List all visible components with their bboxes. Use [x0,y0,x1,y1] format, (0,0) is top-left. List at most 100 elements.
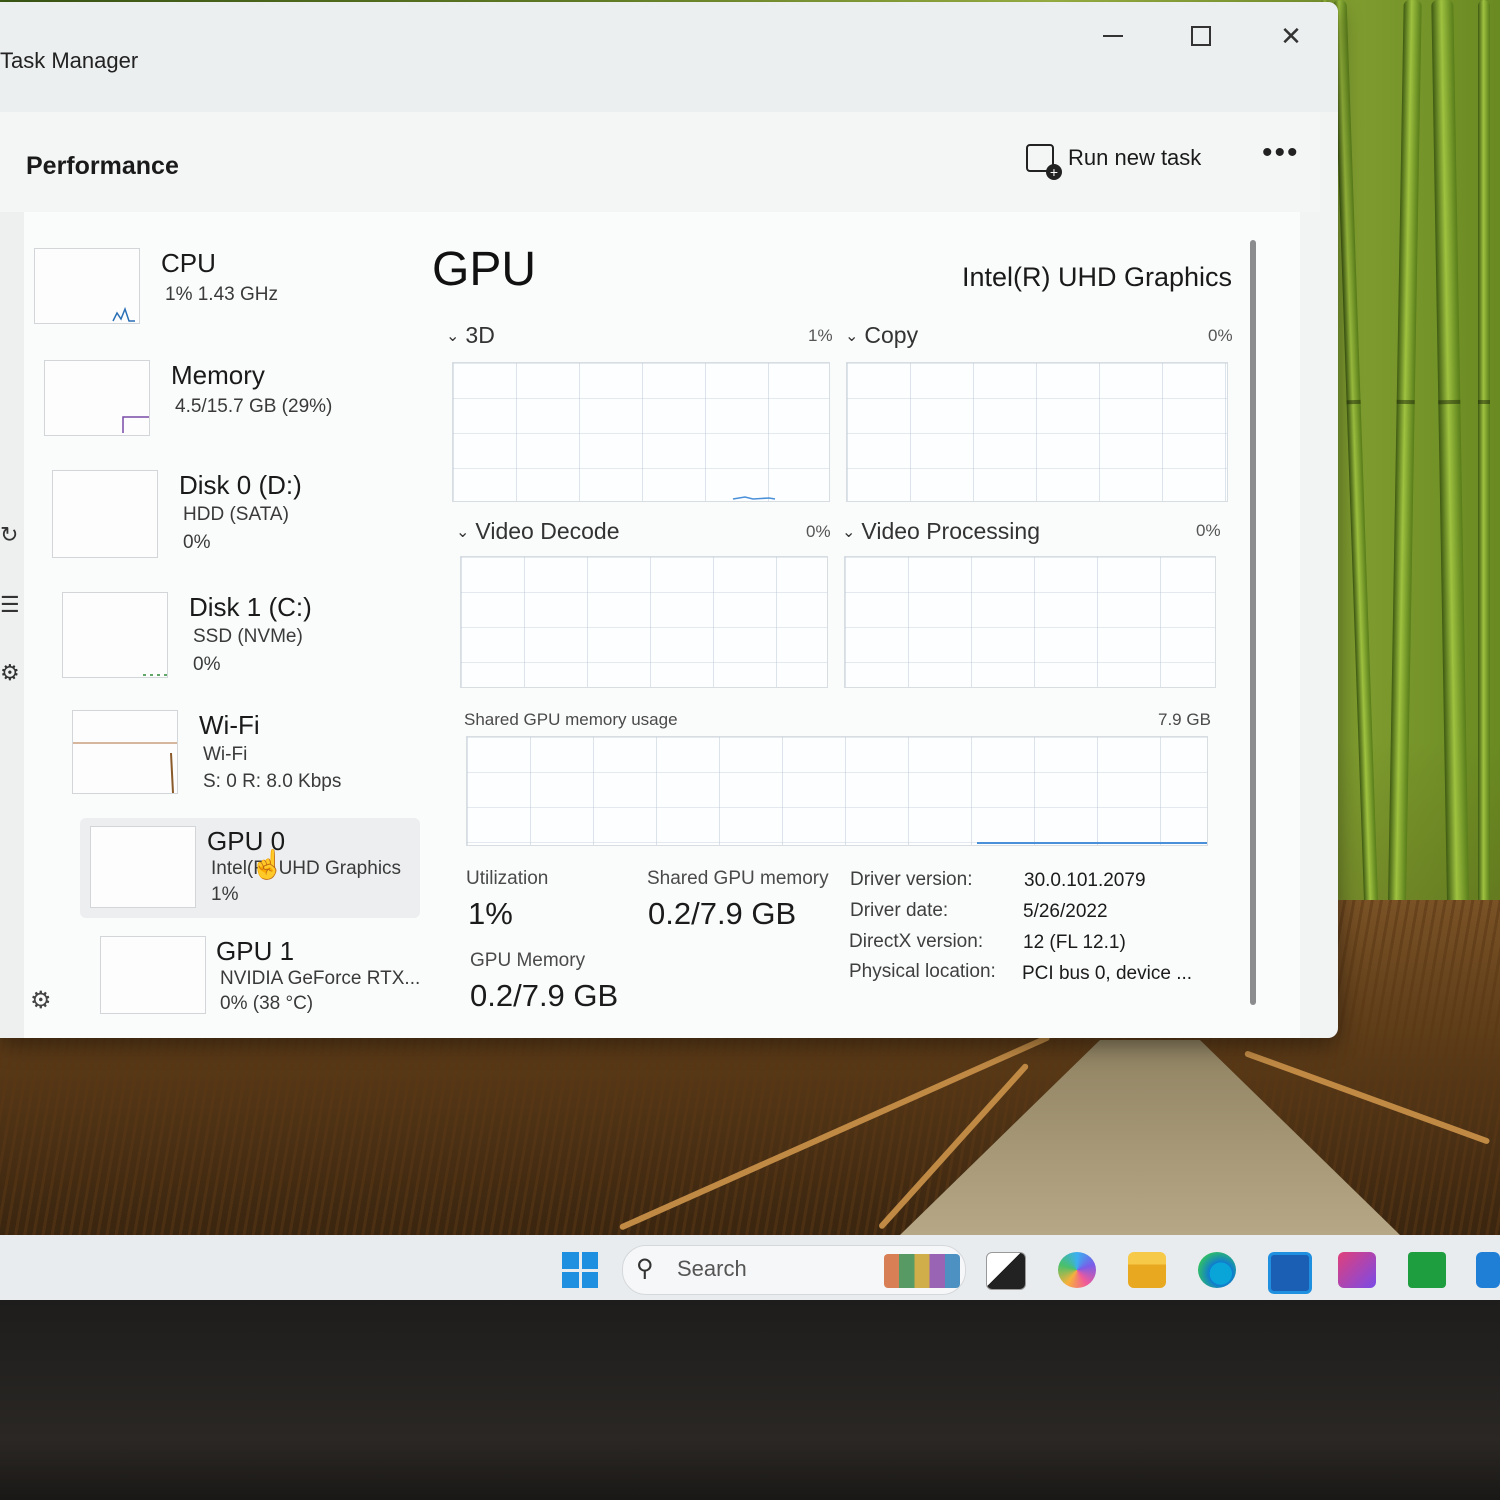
shared-gpu-memory-value: 0.2/7.9 GB [648,896,797,931]
windows-logo-icon [562,1271,579,1288]
engine-video-decode-selector[interactable]: ⌄ Video Decode [456,518,619,545]
directx-version-label: DirectX version: [849,931,984,952]
sidebar-item-detail: 1% 1.43 GHz [165,284,278,305]
sidebar-item-usage: S: 0 R: 8.0 Kbps [203,771,342,792]
driver-date-value: 5/26/2022 [1023,901,1108,922]
windows-logo-icon [581,1271,598,1288]
scrollbar[interactable] [1250,240,1256,1005]
physical-location-value: PCI bus 0, device ... [1022,963,1193,984]
sidebar-item-name: Wi-Fi [199,710,260,740]
utilization-label: Utilization [466,868,549,889]
settings-icon[interactable]: ⚙ [30,986,52,1015]
sidebar-item-name: Disk 1 (C:) [189,592,312,622]
disk-1-thumbnail-graph [62,592,168,678]
sidebar-item-detail: Wi-Fi [203,744,248,765]
sidebar-item-detail: NVIDIA GeForce RTX... [220,968,421,989]
sidebar-item-usage: 0% [183,532,211,553]
sidebar-item-name: GPU 1 [216,936,295,966]
physical-location-label: Physical location: [849,961,996,982]
engine-video-processing-selector[interactable]: ⌄ Video Processing [842,518,1040,545]
cpu-thumbnail-graph [34,248,140,324]
close-button[interactable]: ✕ [1268,16,1314,56]
driver-date-label: Driver date: [850,900,949,921]
shared-gpu-memory-label: Shared GPU memory [647,868,829,889]
engine-copy-graph [846,362,1228,502]
xbox-app-icon[interactable] [1408,1252,1446,1288]
engine-label: 3D [465,322,495,348]
maximize-icon [1191,26,1211,46]
engine-3d-selector[interactable]: ⌄ 3D [446,322,495,349]
startup-apps-icon[interactable]: ↻ [0,522,18,548]
run-new-task-button[interactable]: Run new task [1026,140,1202,180]
engine-label: Copy [864,322,919,348]
run-new-task-label: Run new task [1068,145,1202,170]
search-icon: ⚲ [636,1255,654,1282]
start-button[interactable] [562,1252,598,1288]
engine-3d-percent: 1% [808,326,833,345]
sidebar-item-gpu-1[interactable]: GPU 1 NVIDIA GeForce RTX... 0% (38 °C) [100,936,420,1036]
close-icon: ✕ [1280,20,1302,51]
search-highlight-icon[interactable] [884,1254,960,1288]
windows-logo-icon [581,1252,598,1269]
monitor-bezel [0,1300,1500,1500]
engine-video-processing-percent: 0% [1196,521,1221,540]
gpu-memory-value: 0.2/7.9 GB [470,978,619,1013]
engine-3d-graph [452,362,830,502]
details-icon[interactable]: ☰ [0,592,20,618]
windows-logo-icon [562,1252,579,1269]
driver-version-value: 30.0.101.2079 [1024,870,1146,891]
window-title: Task Manager [0,48,139,73]
chevron-down-icon: ⌄ [456,524,470,541]
task-view-icon[interactable] [986,1252,1026,1290]
search-placeholder: Search [677,1256,747,1281]
maximize-button[interactable] [1178,16,1224,56]
navigation-rail: ↻ ☰ ⚙ [0,212,24,1038]
chevron-down-icon: ⌄ [845,328,859,345]
microsoft-store-icon[interactable] [1268,1252,1312,1294]
sidebar-item-wifi[interactable]: Wi-Fi Wi-Fi S: 0 R: 8.0 Kbps [72,710,432,810]
sidebar-item-name: Disk 0 (D:) [179,470,302,500]
mouse-pointer-icon: ☝ [250,849,285,880]
minimize-icon [1103,35,1123,37]
shared-memory-graph-max: 7.9 GB [1158,710,1211,729]
gpu-model-name: Intel(R) UHD Graphics [962,262,1233,292]
engine-video-decode-graph [460,556,828,688]
outlook-app-icon[interactable] [1476,1252,1500,1288]
shared-memory-graph-label: Shared GPU memory usage [464,710,678,729]
wifi-thumbnail-graph [72,710,178,794]
chevron-down-icon: ⌄ [842,524,856,541]
sidebar-item-detail: SSD (NVMe) [193,626,303,647]
wallpaper-bamboo [1386,0,1422,1001]
engine-video-decode-percent: 0% [806,522,831,541]
engine-copy-percent: 0% [1208,326,1233,345]
driver-version-label: Driver version: [850,869,973,890]
sidebar-item-cpu[interactable]: CPU 1% 1.43 GHz [34,248,394,348]
shared-memory-graph [466,736,1208,846]
sidebar-item-detail: Intel(R) UHD Graphics [211,858,402,879]
directx-version-value: 12 (FL 12.1) [1023,932,1126,953]
wallpaper-bamboo [1332,0,1382,1000]
sidebar-item-name: Memory [171,360,265,390]
sidebar-item-detail: HDD (SATA) [183,504,289,525]
services-icon[interactable]: ⚙ [0,660,20,686]
engine-label: Video Processing [861,518,1040,544]
chevron-down-icon: ⌄ [446,328,460,345]
engine-copy-selector[interactable]: ⌄ Copy [845,322,918,349]
file-explorer-icon[interactable] [1128,1252,1166,1288]
utilization-value: 1% [468,896,513,931]
photos-app-icon[interactable] [1338,1252,1376,1288]
copilot-icon[interactable] [1058,1252,1096,1288]
sidebar-item-usage: 0% (38 °C) [220,993,314,1014]
sidebar-item-memory[interactable]: Memory 4.5/15.7 GB (29%) [44,360,404,460]
wallpaper-bamboo [1478,0,1490,1000]
sidebar-item-disk-0[interactable]: Disk 0 (D:) HDD (SATA) 0% [52,470,412,570]
wallpaper-bamboo [1431,0,1471,1001]
edge-browser-icon[interactable] [1198,1252,1236,1288]
engine-label: Video Decode [475,518,620,544]
more-options-icon[interactable]: ••• [1262,136,1300,170]
minimize-button[interactable] [1090,16,1136,56]
sidebar-item-disk-1[interactable]: Disk 1 (C:) SSD (NVMe) 0% [62,592,422,692]
run-task-icon [1026,144,1062,180]
gpu-0-thumbnail-graph [90,826,196,908]
gpu-memory-label: GPU Memory [470,950,586,971]
